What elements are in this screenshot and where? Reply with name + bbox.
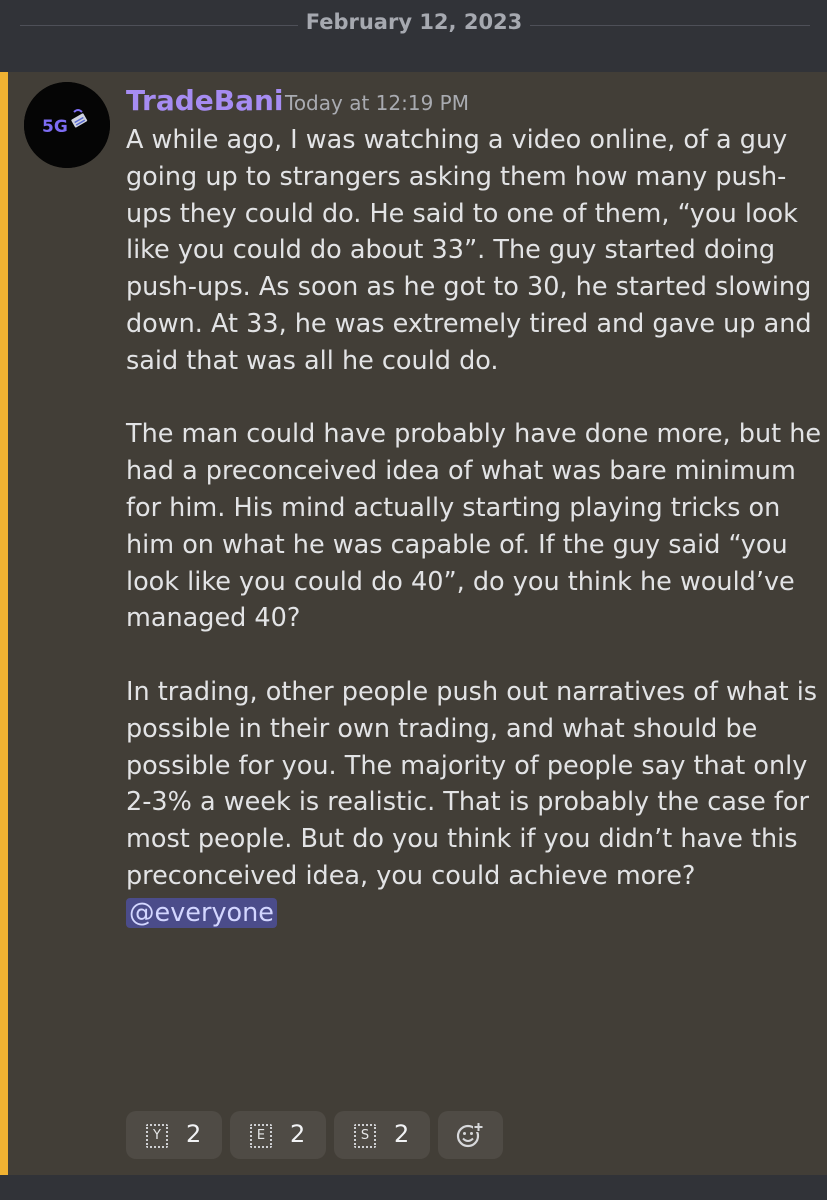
reaction-s[interactable]: S 2 [334,1111,430,1159]
message-paragraph: The man could have probably have done mo… [126,419,822,634]
reaction-count: 2 [394,1120,410,1148]
message-content: A while ago, I was watching a video onli… [126,122,826,932]
message-paragraph: A while ago, I was watching a video onli… [126,125,812,376]
date-divider: February 12, 2023 [0,0,827,50]
add-reaction-icon [456,1122,484,1148]
reaction-e[interactable]: E 2 [230,1111,326,1159]
message-highlighted[interactable]: 5G TradeBani Today at 12:19 PM A while a… [0,72,827,1175]
bottom-strip [0,1175,827,1200]
date-divider-text: February 12, 2023 [305,10,523,34]
letter-s-emoji-icon: S [354,1124,376,1148]
letter-e-emoji-icon: E [250,1124,272,1148]
5g-logo-icon: 5G [24,82,110,168]
add-reaction-button[interactable] [438,1111,503,1159]
everyone-mention[interactable]: @everyone [126,897,277,928]
divider-line-right [530,25,810,26]
divider-line-left [20,25,298,26]
message-timestamp: Today at 12:19 PM [285,91,469,115]
message-author[interactable]: TradeBani [126,84,284,117]
reaction-count: 2 [186,1120,202,1148]
reaction-count: 2 [290,1120,306,1148]
avatar[interactable]: 5G [24,82,110,168]
letter-y-emoji-icon: Y [146,1124,168,1148]
reaction-y[interactable]: Y 2 [126,1111,222,1159]
message-paragraph: In trading, other people push out narrat… [126,674,826,932]
svg-text:5G: 5G [42,117,68,137]
message-paragraph-text: In trading, other people push out narrat… [126,676,818,891]
